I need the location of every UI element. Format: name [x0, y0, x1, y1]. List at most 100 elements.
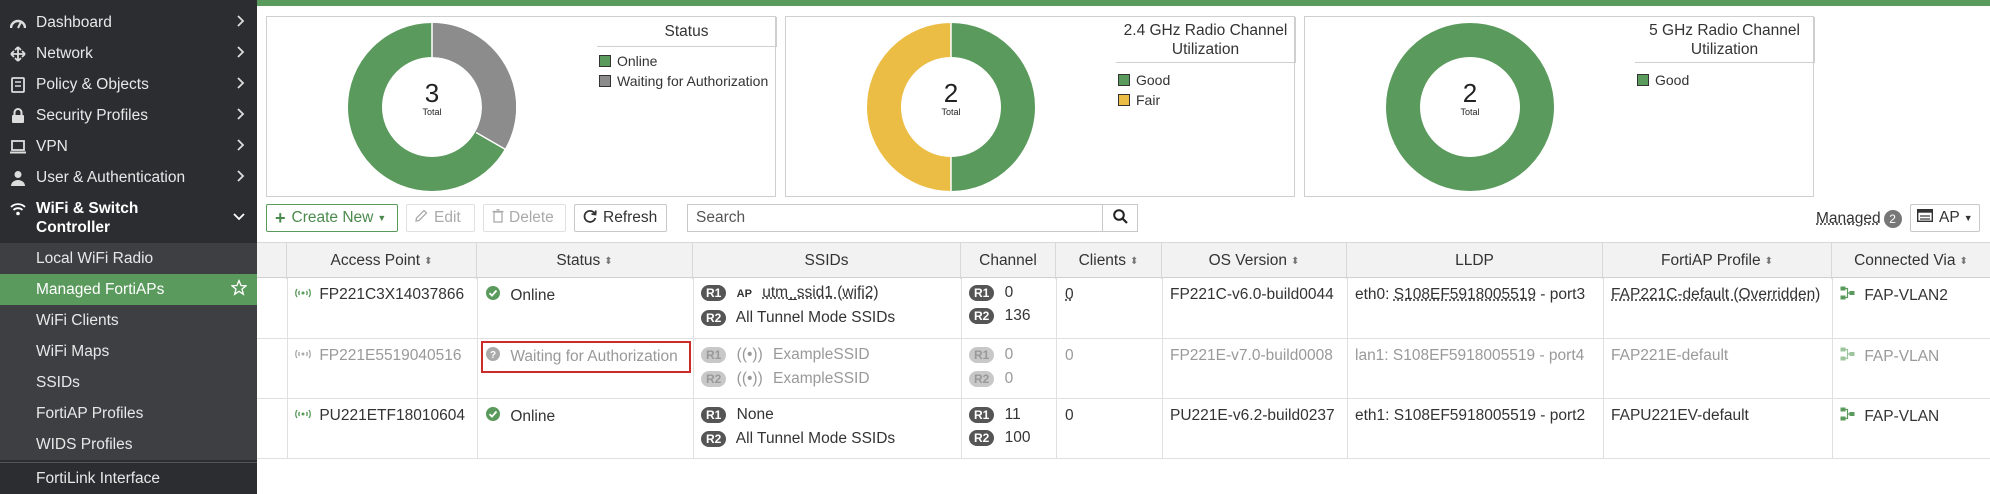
sidebar-sub-fortiap-profiles[interactable]: FortiAP Profiles — [0, 398, 257, 429]
radio-24ghz-widget: 2 Total 2.4 GHz Radio Channel Utilizatio… — [785, 16, 1296, 197]
clients-cell: 0 — [1065, 286, 1074, 304]
legend-swatch — [1118, 94, 1130, 106]
channel-r1-cell: R1 0 — [969, 284, 1013, 302]
switch-icon — [1840, 347, 1855, 365]
sidebar-sub-wifi-clients[interactable]: WiFi Clients — [0, 305, 257, 336]
radio-5ghz-total: 2 Total — [1440, 79, 1500, 117]
legend-item-good[interactable]: Good — [1118, 70, 1170, 90]
legend-swatch — [599, 55, 611, 67]
lldp-link[interactable]: S108EF5918005519 — [1394, 286, 1536, 303]
sidebar-item-network[interactable]: Network — [0, 41, 257, 67]
sidebar-item-policy-objects[interactable]: Policy & Objects — [0, 72, 257, 98]
connected-via-text: FAP-VLAN — [1864, 408, 1940, 425]
column-header-clients[interactable]: Clients ⬍ — [1056, 243, 1162, 279]
sidebar-sub-managed-fortiaps[interactable]: Managed FortiAPs — [0, 274, 257, 305]
sidebar-sub-local-wifi-radio[interactable]: Local WiFi Radio — [0, 243, 257, 274]
lldp-link[interactable]: S108EF5918005519 — [1394, 407, 1536, 424]
delete-button[interactable]: Delete — [483, 204, 566, 232]
status-total: 3 Total — [402, 79, 462, 117]
column-header-label: Access Point — [330, 252, 421, 269]
edit-button[interactable]: Edit — [406, 204, 475, 232]
fortiap-profile-link[interactable]: FAP221C-default (Overridden) — [1611, 286, 1820, 303]
column-header-access-point[interactable]: Access Point ⬍ — [287, 243, 477, 279]
sidebar-sub-wids-profiles[interactable]: WIDS Profiles — [0, 429, 257, 460]
sidebar-sub-label: WiFi Maps — [36, 342, 110, 360]
refresh-button[interactable]: Refresh — [574, 204, 667, 232]
status-text: Waiting for Authorization — [510, 348, 678, 365]
sidebar-item-dashboard[interactable]: Dashboard — [0, 10, 257, 36]
view-mode-label: AP — [1939, 209, 1960, 226]
legend-item-online[interactable]: Online — [599, 51, 768, 71]
column-header-fortiap-profile[interactable]: FortiAP Profile ⬍ — [1603, 243, 1832, 279]
radio-5ghz-total-label: Total — [1460, 107, 1480, 117]
column-header-os-version[interactable]: OS Version ⬍ — [1162, 243, 1347, 279]
sidebar-sub-wifi-maps[interactable]: WiFi Maps — [0, 336, 257, 367]
sort-icon: ⬍ — [1764, 255, 1774, 267]
managed-filter[interactable]: Managed 2 — [1816, 210, 1902, 228]
clients-link[interactable]: 0 — [1065, 286, 1074, 303]
table-row[interactable]: PU221ETF18010604 Online R1 None R2 All T… — [257, 399, 1990, 459]
lldp-link[interactable]: S108EF5918005519 — [1393, 347, 1535, 364]
access-point-name: PU221ETF18010604 — [319, 407, 465, 424]
sidebar-item-fortilink-interface[interactable]: FortiLink Interface — [0, 463, 257, 494]
radio-badge: R2 — [701, 430, 727, 447]
column-header-connected-via[interactable]: Connected Via ⬍ — [1832, 243, 1990, 279]
sidebar-item-vpn[interactable]: VPN — [0, 134, 257, 160]
table-row[interactable]: FP221E5519040516 ? Waiting for Authoriza… — [257, 339, 1990, 399]
search-icon — [1112, 208, 1128, 228]
star-icon[interactable] — [230, 278, 248, 300]
sidebar-item-label: Dashboard — [36, 14, 112, 31]
legend-item-fair[interactable]: Fair — [1118, 90, 1170, 110]
access-point-cell: FP221E5519040516 — [295, 347, 462, 365]
ssid-link[interactable]: utm_ssid1 (wifi2) — [762, 284, 878, 301]
search-input[interactable] — [687, 204, 1103, 232]
radio-badge: R1 — [701, 346, 727, 363]
column-header-ssids[interactable]: SSIDs — [693, 243, 961, 279]
sidebar-sub-label: WiFi Clients — [36, 311, 119, 329]
channel-r1-cell: R1 0 — [969, 346, 1013, 364]
column-header-status[interactable]: Status ⬍ — [477, 243, 693, 279]
legend-item-waiting[interactable]: Waiting for Authorization — [599, 71, 768, 91]
legend-label: Fair — [1136, 92, 1161, 108]
access-point-icon — [295, 286, 311, 303]
widget-title-line1: 5 GHz Radio Channel — [1649, 22, 1800, 39]
legend-item-good[interactable]: Good — [1637, 70, 1689, 90]
status-text: Online — [510, 408, 556, 425]
sort-icon: ⬍ — [424, 255, 433, 267]
column-header-lldp[interactable]: LLDP — [1347, 243, 1603, 279]
sidebar-sub-label: Managed FortiAPs — [36, 280, 165, 298]
radio-badge: R1 — [969, 346, 995, 363]
sidebar-item-security-profiles[interactable]: Security Profiles — [0, 103, 257, 129]
top-accent-bar — [257, 0, 1990, 6]
switch-icon — [1840, 286, 1855, 304]
connected-via-cell: FAP-VLAN — [1840, 407, 1939, 426]
column-header-label: LLDP — [1455, 252, 1494, 269]
widget-title-line2: Utilization — [1690, 41, 1759, 58]
sidebar-item-wifi-switch-controller[interactable]: WiFi & Switch Controller — [0, 197, 257, 241]
lock-icon — [0, 108, 36, 124]
channel-r2-cell: R2 100 — [969, 429, 1031, 447]
status-cell: Online — [486, 286, 555, 305]
fortiap-profile-cell: FAPU221EV-default — [1611, 407, 1749, 424]
chevron-right-icon — [237, 169, 245, 187]
create-new-label: Create New — [291, 209, 374, 226]
sidebar-sub-ssids[interactable]: SSIDs — [0, 367, 257, 398]
clients-cell: 0 — [1065, 407, 1074, 424]
sidebar-item-user-authentication[interactable]: User & Authentication — [0, 165, 257, 191]
column-header-label: OS Version — [1208, 252, 1287, 269]
column-header-channel[interactable]: Channel — [961, 243, 1056, 279]
access-point-icon — [295, 347, 311, 364]
table-row[interactable]: FP221C3X14037866 Online R1 AP utm_ssid1 … — [257, 278, 1990, 339]
chevron-right-icon — [237, 107, 245, 125]
search-button[interactable] — [1102, 204, 1138, 232]
view-mode-dropdown[interactable]: AP ▼ — [1910, 204, 1980, 232]
lldp-cell: eth0: S108EF5918005519 - port3 — [1355, 286, 1585, 304]
radio-badge: R1 — [969, 406, 995, 423]
managed-count-badge: 2 — [1883, 210, 1902, 228]
lldp-cell: eth1: S108EF5918005519 - port2 — [1355, 407, 1585, 425]
legend-label: Good — [1655, 72, 1690, 88]
caret-down-icon: ▼ — [377, 213, 387, 223]
radio-badge: R2 — [701, 309, 727, 326]
create-new-button[interactable]: + Create New ▼ — [266, 204, 398, 232]
column-header-label: SSIDs — [804, 252, 849, 269]
